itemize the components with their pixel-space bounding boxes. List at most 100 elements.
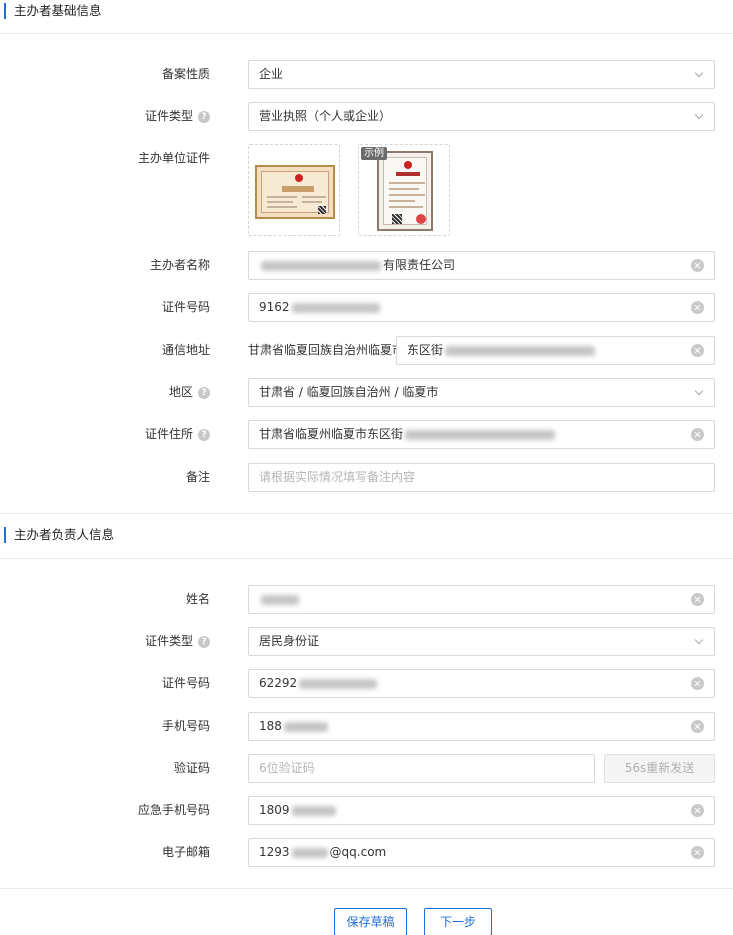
region-select[interactable]: 甘肃省 / 临夏回族自治州 / 临夏市 bbox=[248, 378, 715, 407]
cert-type-label: 证件类型? bbox=[145, 102, 210, 131]
clear-icon[interactable] bbox=[691, 804, 704, 817]
cert-type-select[interactable]: 营业执照（个人或企业） bbox=[248, 102, 715, 131]
host-name-input[interactable]: 有限责任公司 bbox=[248, 251, 715, 280]
redacted-text bbox=[283, 721, 328, 732]
divider bbox=[0, 558, 733, 559]
section-title-basic: 主办者基础信息 bbox=[4, 3, 102, 19]
remark-placeholder: 请根据实际情况填写备注内容 bbox=[259, 470, 416, 484]
cert-type-value: 营业执照（个人或企业） bbox=[259, 109, 392, 123]
cert-upload-image[interactable] bbox=[248, 144, 340, 236]
email-value-suffix: @qq.com bbox=[329, 845, 387, 859]
chevron-down-icon bbox=[694, 386, 704, 396]
clear-icon[interactable] bbox=[691, 344, 704, 357]
owner-cert-number-row: 证件号码 62292 bbox=[0, 669, 733, 698]
sample-image[interactable]: 示例 bbox=[358, 144, 450, 236]
cert-number-row: 证件号码 9162 bbox=[0, 293, 733, 322]
cert-number-input[interactable]: 9162 bbox=[248, 293, 715, 322]
host-name-row: 主办者名称 有限责任公司 bbox=[0, 251, 733, 280]
redacted-text bbox=[445, 345, 596, 356]
help-icon[interactable]: ? bbox=[198, 386, 210, 399]
phone-label: 手机号码 bbox=[161, 719, 210, 733]
email-value-prefix: 1293 bbox=[259, 845, 290, 859]
region-label: 地区? bbox=[169, 378, 210, 407]
host-name-label: 主办者名称 bbox=[149, 258, 210, 272]
owner-name-row: 姓名 bbox=[0, 585, 733, 614]
help-icon[interactable]: ? bbox=[198, 428, 210, 441]
license-thumbnail bbox=[255, 165, 335, 219]
sample-license-thumbnail bbox=[377, 151, 433, 231]
email-label: 电子邮箱 bbox=[161, 845, 210, 859]
address-prefix: 甘肃省临夏回族自治州临夏市 bbox=[248, 343, 405, 357]
address-label: 通信地址 bbox=[161, 343, 210, 357]
remark-label: 备注 bbox=[185, 470, 210, 484]
owner-name-input[interactable] bbox=[248, 585, 715, 614]
cert-address-label: 证件住所? bbox=[145, 420, 210, 449]
record-type-row: 备案性质 企业 bbox=[0, 60, 733, 89]
record-type-label: 备案性质 bbox=[161, 67, 210, 81]
emergency-phone-value: 1809 bbox=[259, 803, 290, 817]
help-icon[interactable]: ? bbox=[198, 635, 210, 648]
cert-number-value: 9162 bbox=[259, 300, 290, 314]
cert-number-label: 证件号码 bbox=[161, 300, 210, 314]
address-value: 东区街 bbox=[407, 343, 444, 357]
save-draft-button[interactable]: 保存草稿 bbox=[334, 908, 407, 935]
host-name-value: 有限责任公司 bbox=[383, 258, 456, 272]
owner-cert-number-value: 62292 bbox=[259, 676, 298, 690]
cert-address-row: 证件住所? 甘肃省临夏州临夏市东区街 bbox=[0, 420, 733, 449]
code-placeholder: 6位验证码 bbox=[259, 761, 315, 775]
sample-badge: 示例 bbox=[361, 147, 387, 160]
section-title-owner: 主办者负责人信息 bbox=[4, 527, 114, 543]
redacted-text bbox=[291, 805, 336, 816]
region-value: 甘肃省 / 临夏回族自治州 / 临夏市 bbox=[259, 385, 439, 399]
redacted-text bbox=[291, 847, 328, 858]
clear-icon[interactable] bbox=[691, 593, 704, 606]
remark-row: 备注 请根据实际情况填写备注内容 bbox=[0, 463, 733, 492]
address-input[interactable]: 东区街 bbox=[396, 336, 715, 365]
redacted-text bbox=[261, 594, 299, 605]
emergency-phone-input[interactable]: 1809 bbox=[248, 796, 715, 825]
chevron-down-icon bbox=[694, 635, 704, 645]
redacted-text bbox=[261, 260, 381, 271]
redacted-text bbox=[405, 429, 556, 440]
emergency-phone-label: 应急手机号码 bbox=[137, 803, 210, 817]
record-type-select[interactable]: 企业 bbox=[248, 60, 715, 89]
clear-icon[interactable] bbox=[691, 428, 704, 441]
owner-cert-type-select[interactable]: 居民身份证 bbox=[248, 627, 715, 656]
owner-name-label: 姓名 bbox=[185, 592, 210, 606]
chevron-down-icon bbox=[694, 68, 704, 78]
phone-value: 188 bbox=[259, 719, 282, 733]
emergency-phone-row: 应急手机号码 1809 bbox=[0, 796, 733, 825]
email-input[interactable]: 1293 @qq.com bbox=[248, 838, 715, 867]
clear-icon[interactable] bbox=[691, 259, 704, 272]
code-input[interactable]: 6位验证码 bbox=[248, 754, 595, 783]
clear-icon[interactable] bbox=[691, 677, 704, 690]
resend-code-button[interactable]: 56s重新发送 bbox=[604, 754, 715, 783]
cert-address-value: 甘肃省临夏州临夏市东区街 bbox=[259, 427, 404, 441]
code-row: 验证码 6位验证码 56s重新发送 bbox=[0, 754, 733, 783]
owner-cert-number-input[interactable]: 62292 bbox=[248, 669, 715, 698]
phone-row: 手机号码 188 bbox=[0, 712, 733, 741]
divider bbox=[0, 888, 733, 889]
record-type-value: 企业 bbox=[259, 67, 284, 81]
owner-cert-type-value: 居民身份证 bbox=[259, 634, 320, 648]
region-row: 地区? 甘肃省 / 临夏回族自治州 / 临夏市 bbox=[0, 378, 733, 407]
owner-cert-number-label: 证件号码 bbox=[161, 676, 210, 690]
code-label: 验证码 bbox=[173, 761, 210, 775]
help-icon[interactable]: ? bbox=[198, 110, 210, 123]
cert-address-input[interactable]: 甘肃省临夏州临夏市东区街 bbox=[248, 420, 715, 449]
next-step-button[interactable]: 下一步 bbox=[424, 908, 492, 935]
owner-cert-type-row: 证件类型? 居民身份证 bbox=[0, 627, 733, 656]
clear-icon[interactable] bbox=[691, 720, 704, 733]
divider bbox=[0, 33, 733, 34]
address-row: 通信地址 甘肃省临夏回族自治州临夏市 东区街 bbox=[0, 336, 733, 365]
clear-icon[interactable] bbox=[691, 301, 704, 314]
cert-upload-label: 主办单位证件 bbox=[137, 151, 210, 165]
chevron-down-icon bbox=[694, 110, 704, 120]
divider bbox=[0, 513, 733, 514]
phone-input[interactable]: 188 bbox=[248, 712, 715, 741]
cert-type-row: 证件类型? 营业执照（个人或企业） bbox=[0, 102, 733, 131]
redacted-text bbox=[291, 302, 380, 313]
redacted-text bbox=[299, 678, 378, 689]
remark-input[interactable]: 请根据实际情况填写备注内容 bbox=[248, 463, 715, 492]
clear-icon[interactable] bbox=[691, 846, 704, 859]
